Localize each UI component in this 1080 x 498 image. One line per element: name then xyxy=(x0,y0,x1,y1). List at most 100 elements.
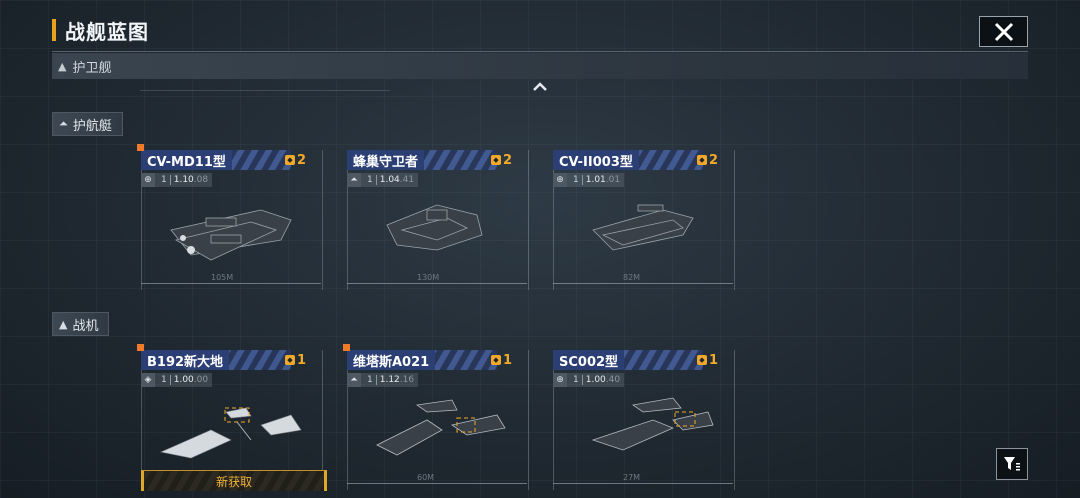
section-escort-boats: ⏶ 护航艇 xyxy=(52,112,123,136)
coin-icon: ◆ xyxy=(285,155,295,165)
coin-icon: ◆ xyxy=(697,155,707,165)
ship-name: CV-II003型 xyxy=(553,150,639,170)
level-value: 1 xyxy=(570,375,583,385)
globe-icon: ⊕ xyxy=(553,373,567,387)
cost-value: 2 xyxy=(503,152,513,168)
close-button[interactable] xyxy=(979,16,1028,47)
globe-icon: ⊕ xyxy=(553,173,567,187)
filter-button[interactable] xyxy=(996,448,1028,480)
stat-sub-value: .01 xyxy=(605,175,621,185)
cost-value: 1 xyxy=(709,352,719,368)
blueprint-card[interactable]: SC002型 ◆ 1 ⊕ 1 1.00.40 27M xyxy=(553,350,735,490)
ship-length: 27M xyxy=(623,473,641,482)
blueprint-card[interactable]: 蜂巢守卫者 ◆ 2 ⏶ 1 1.04.41 130M xyxy=(347,150,529,290)
cost-badge: ◆ 1 xyxy=(491,352,512,368)
chevron-up-icon xyxy=(533,82,547,91)
new-acquired-banner: 新获取 xyxy=(141,470,327,491)
section-label-text: 护航艇 xyxy=(72,118,112,134)
stat-main-value: 1.00 xyxy=(173,375,194,385)
new-indicator-dot xyxy=(137,144,144,151)
section-fighters: ▲ 战机 xyxy=(52,312,110,336)
stat-main-value: 1.12 xyxy=(379,375,400,385)
stat-sub-value: .40 xyxy=(605,375,621,385)
level-value: 1 xyxy=(158,175,171,185)
header-divider xyxy=(52,51,1028,52)
ship-icon: ⏶ xyxy=(347,373,361,387)
ship-length: 82M xyxy=(623,273,641,282)
ship-illustration xyxy=(357,390,517,470)
stat-main-value: 1.04 xyxy=(379,175,400,185)
card-bottom-rule xyxy=(553,483,733,484)
collapse-button[interactable] xyxy=(528,78,552,96)
stat-row: ◈ 1 1.00.00 xyxy=(141,373,213,387)
fighter-icon: ▲ xyxy=(59,317,68,331)
stat-main-value: 1.10 xyxy=(173,175,194,185)
coin-icon: ◆ xyxy=(491,355,501,365)
card-bottom-rule xyxy=(347,283,527,284)
cost-value: 2 xyxy=(709,152,719,168)
blueprint-card[interactable]: B192新大地 ◆ 1 ◈ 1 1.00.00 新获取 xyxy=(137,344,327,491)
blueprint-card[interactable]: CV-II003型 ◆ 2 ⊕ 1 1.01.01 82M xyxy=(553,150,735,290)
drone-icon: ◈ xyxy=(141,373,155,387)
stat-main-value: 1.00 xyxy=(585,375,606,385)
cost-badge: ◆ 1 xyxy=(697,352,718,368)
ship-illustration xyxy=(563,390,723,470)
cost-badge: ◆ 2 xyxy=(285,152,306,168)
card-bottom-rule xyxy=(141,283,321,284)
ship-length: 60M xyxy=(417,473,435,482)
new-indicator-dot xyxy=(343,344,350,351)
stat-row: ⊕ 1 1.01.01 xyxy=(553,173,625,187)
stat-sub-value: .41 xyxy=(399,175,415,185)
ship-name: 蜂巢守卫者 xyxy=(347,150,425,170)
category-label: 护卫舰 xyxy=(72,60,112,76)
ship-length: 105M xyxy=(211,273,234,282)
ship-name: CV-MD11型 xyxy=(141,150,232,170)
filter-icon xyxy=(1004,457,1020,471)
blueprint-card[interactable]: 维塔斯A021 ◆ 1 ⏶ 1 1.12.16 60M xyxy=(343,344,529,490)
ship-illustration xyxy=(357,190,517,270)
blueprint-card[interactable]: CV-MD11型 ◆ 2 ⊕ 1 1.10.08 105M xyxy=(137,144,323,290)
section-label-text: 战机 xyxy=(72,318,99,334)
category-dropdown[interactable]: ▲ 护卫舰 xyxy=(52,53,1028,79)
stat-row: ⊕ 1 1.10.08 xyxy=(141,173,213,187)
decorative-ruler xyxy=(140,84,390,91)
ship-illustration xyxy=(151,390,311,470)
ship-name: B192新大地 xyxy=(141,350,230,370)
card-bottom-rule xyxy=(347,483,527,484)
level-value: 1 xyxy=(570,175,583,185)
ship-illustration xyxy=(563,190,723,270)
stat-row: ⊕ 1 1.00.40 xyxy=(553,373,625,387)
ship-name: 维塔斯A021 xyxy=(347,350,436,370)
level-value: 1 xyxy=(158,375,171,385)
cost-value: 1 xyxy=(503,352,513,368)
level-value: 1 xyxy=(364,175,377,185)
coin-icon: ◆ xyxy=(491,155,501,165)
card-bottom-rule xyxy=(553,283,733,284)
ship-name: SC002型 xyxy=(553,350,625,370)
cost-badge: ◆ 1 xyxy=(285,352,306,368)
page-header: 战舰蓝图 xyxy=(52,14,149,46)
stat-row: ⏶ 1 1.12.16 xyxy=(347,373,419,387)
stat-sub-value: .00 xyxy=(193,375,209,385)
ship-length: 130M xyxy=(417,273,440,282)
cost-value: 2 xyxy=(297,152,307,168)
stat-sub-value: .16 xyxy=(399,375,415,385)
new-indicator-dot xyxy=(137,344,144,351)
triangle-up-icon: ▲ xyxy=(58,59,67,73)
stat-row: ⏶ 1 1.04.41 xyxy=(347,173,419,187)
cost-badge: ◆ 2 xyxy=(697,152,718,168)
ship-illustration xyxy=(151,190,311,270)
stat-main-value: 1.01 xyxy=(585,175,606,185)
page-title: 战舰蓝图 xyxy=(65,19,149,44)
globe-icon: ⊕ xyxy=(141,173,155,187)
cost-value: 1 xyxy=(297,352,307,368)
ship-icon: ⏶ xyxy=(347,173,361,187)
coin-icon: ◆ xyxy=(697,355,707,365)
cost-badge: ◆ 2 xyxy=(491,152,512,168)
level-value: 1 xyxy=(364,375,377,385)
coin-icon: ◆ xyxy=(285,355,295,365)
title-accent-bar xyxy=(52,19,56,41)
stat-sub-value: .08 xyxy=(193,175,209,185)
close-icon xyxy=(994,22,1013,41)
escort-boat-icon: ⏶ xyxy=(59,117,68,130)
